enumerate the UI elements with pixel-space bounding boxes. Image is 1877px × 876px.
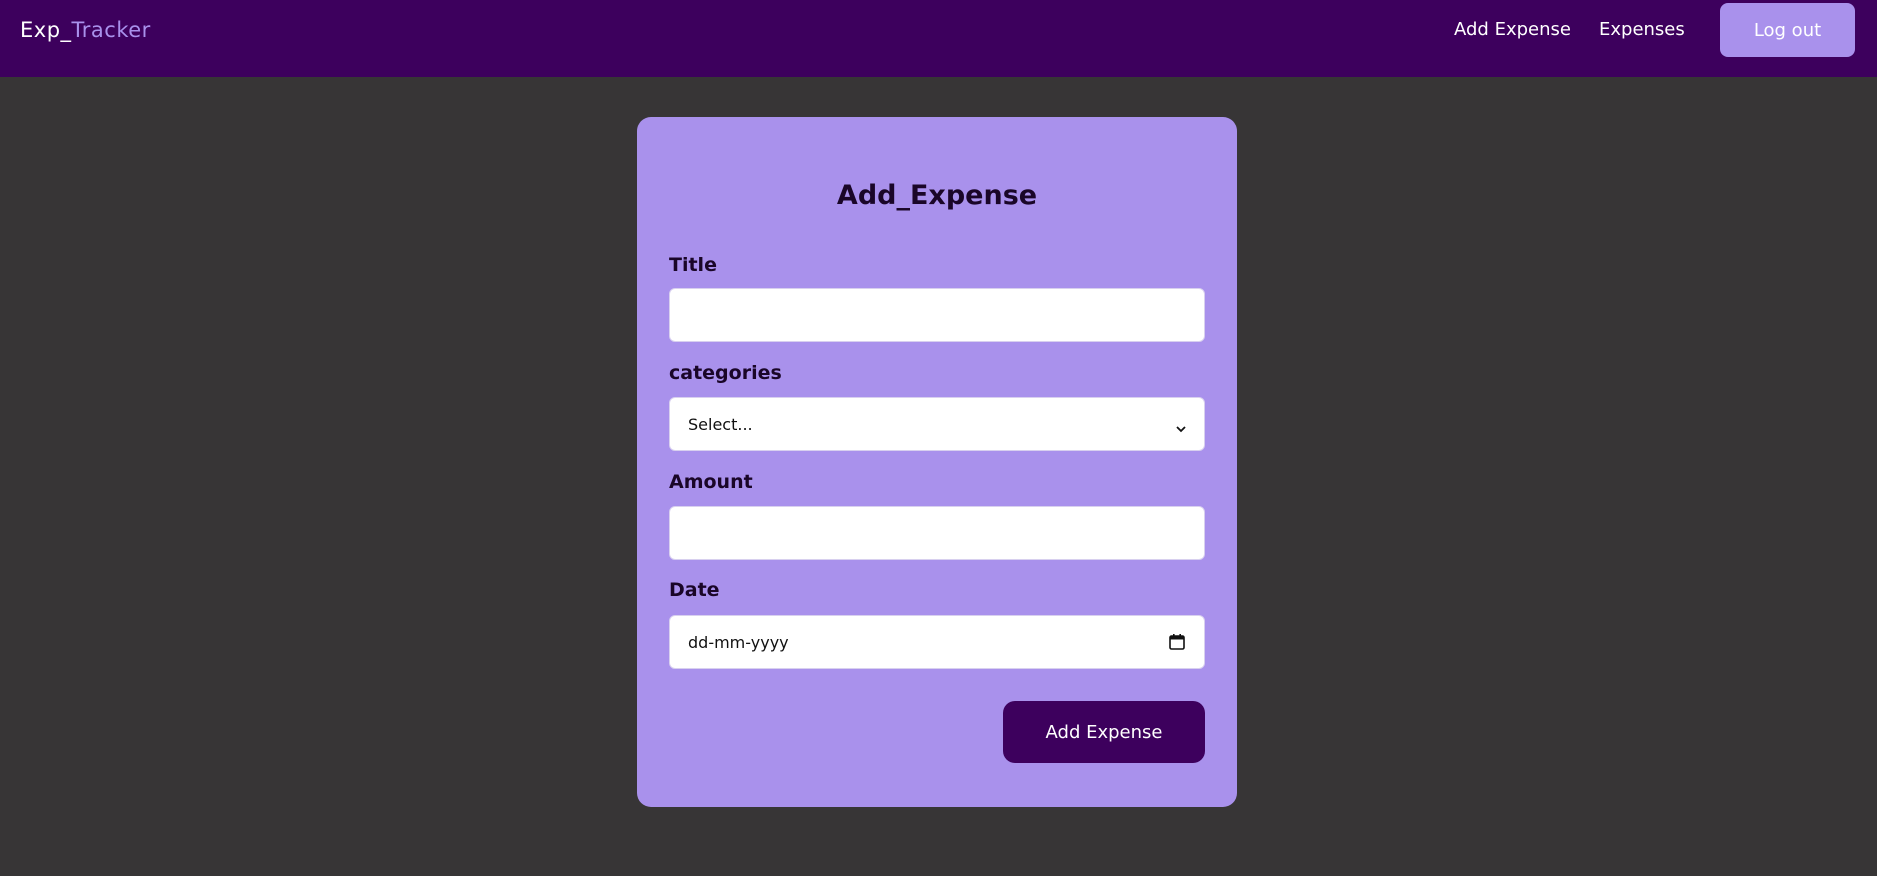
brand-accent: Tracker — [71, 18, 151, 42]
chevron-down-icon — [1176, 419, 1186, 433]
logout-button[interactable]: Log out — [1720, 3, 1855, 57]
title-input[interactable] — [669, 288, 1205, 342]
nav-link-add-expense[interactable]: Add Expense — [1454, 19, 1571, 40]
categories-selected-value: Select... — [688, 414, 753, 434]
date-input[interactable]: dd-mm-yyyy — [669, 615, 1205, 669]
calendar-icon[interactable] — [1168, 633, 1186, 651]
add-expense-card: Add_Expense Title categories Select... A… — [637, 117, 1237, 807]
brand-prefix: Exp_ — [20, 18, 72, 42]
date-label: Date — [669, 579, 720, 601]
navbar: Exp_Tracker Add Expense Expenses Log out — [0, 0, 1877, 77]
add-expense-button[interactable]: Add Expense — [1003, 701, 1205, 763]
categories-label: categories — [669, 362, 782, 384]
amount-input[interactable] — [669, 506, 1205, 560]
form-title: Add_Expense — [836, 180, 1038, 211]
categories-select[interactable]: Select... — [669, 397, 1205, 451]
title-label: Title — [669, 254, 717, 276]
brand-logo[interactable]: Exp_Tracker — [20, 18, 151, 42]
nav-link-expenses[interactable]: Expenses — [1599, 19, 1685, 40]
amount-label: Amount — [669, 471, 753, 493]
date-placeholder: dd-mm-yyyy — [688, 632, 789, 652]
